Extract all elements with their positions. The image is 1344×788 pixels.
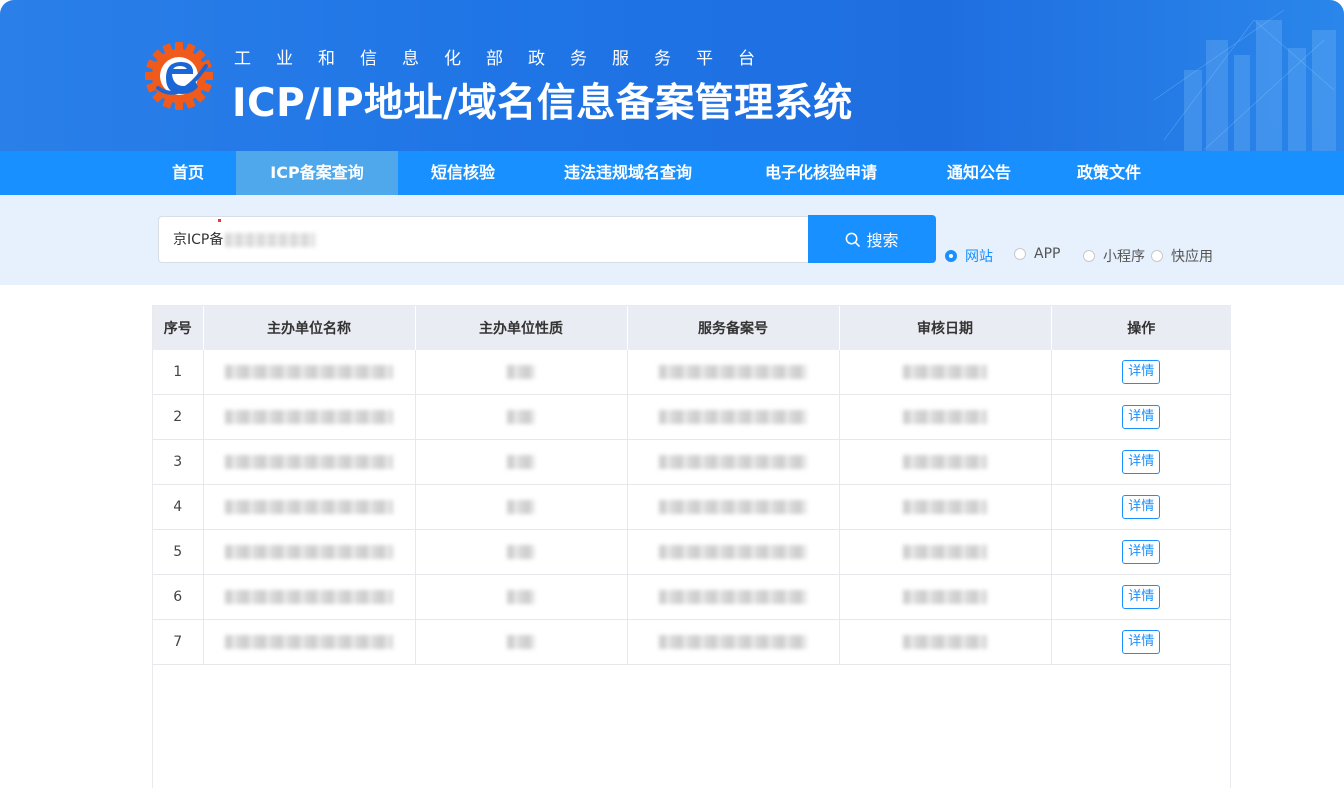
redacted-review-date: [903, 590, 987, 604]
table-row: 6 详情: [153, 574, 1231, 620]
radio-circle-icon: [1083, 250, 1095, 262]
col-header-action: 操作: [1051, 306, 1231, 350]
radio-website[interactable]: 网站: [945, 246, 993, 266]
redacted-org-name: [225, 365, 393, 379]
detail-button[interactable]: 详情: [1122, 540, 1161, 564]
nav-item-home[interactable]: 首页: [142, 151, 234, 195]
redacted-license-no: [659, 635, 807, 649]
redacted-text: [225, 233, 316, 247]
search-icon: [846, 232, 861, 247]
platform-subtitle: 工业和信息化部政务服务平台: [234, 49, 780, 69]
redacted-review-date: [903, 545, 987, 559]
detail-button[interactable]: 详情: [1122, 495, 1161, 519]
radio-circle-icon: [1014, 248, 1026, 260]
redacted-org-type: [507, 635, 535, 649]
redacted-org-name: [225, 545, 393, 559]
search-button-label: 搜索: [866, 233, 899, 250]
row-index: 2: [153, 394, 204, 440]
redacted-org-type: [507, 410, 535, 424]
col-header-org-name: 主办单位名称: [203, 306, 416, 350]
radio-mini-program[interactable]: 小程序: [1083, 246, 1145, 266]
redacted-org-type: [507, 455, 535, 469]
row-index: 5: [153, 529, 204, 575]
radio-circle-icon: [1151, 250, 1163, 262]
table-row: 3 详情: [153, 439, 1231, 485]
nav-item-sms-verify[interactable]: 短信核验: [398, 151, 528, 195]
header-banner: 工业和信息化部政务服务平台 ICP/IP地址/域名信息备案管理系统: [0, 0, 1344, 151]
redacted-license-no: [659, 590, 807, 604]
redacted-license-no: [659, 410, 807, 424]
detail-button[interactable]: 详情: [1122, 405, 1161, 429]
results-table: 序号 主办单位名称 主办单位性质 服务备案号 审核日期 操作 1 详情 2 详情…: [153, 306, 1231, 665]
redacted-org-name: [225, 635, 393, 649]
table-row: 1 详情: [153, 350, 1231, 395]
nav-item-policy-docs[interactable]: 政策文件: [1044, 151, 1174, 195]
redacted-org-type: [507, 365, 535, 379]
results-table-container: 序号 主办单位名称 主办单位性质 服务备案号 审核日期 操作 1 详情 2 详情…: [152, 305, 1231, 788]
radio-app[interactable]: APP: [1014, 246, 1060, 262]
redacted-review-date: [903, 635, 987, 649]
col-header-index: 序号: [153, 306, 204, 350]
redacted-license-no: [659, 545, 807, 559]
required-marker: [218, 219, 221, 222]
redacted-org-type: [507, 500, 535, 514]
row-index: 6: [153, 574, 204, 620]
redacted-review-date: [903, 455, 987, 469]
search-input-value: 京ICP备: [173, 232, 224, 248]
col-header-license-no: 服务备案号: [627, 306, 840, 350]
redacted-license-no: [659, 500, 807, 514]
table-row: 4 详情: [153, 484, 1231, 530]
row-index: 7: [153, 619, 204, 665]
search-input[interactable]: 京ICP备: [158, 216, 808, 263]
redacted-review-date: [903, 500, 987, 514]
redacted-org-type: [507, 590, 535, 604]
redacted-org-name: [225, 410, 393, 424]
nav-item-illegal-domain-query[interactable]: 违法违规域名查询: [528, 151, 728, 195]
radio-quick-app[interactable]: 快应用: [1151, 246, 1213, 266]
gear-e-logo-icon: [145, 42, 213, 110]
nav-item-e-verify-apply[interactable]: 电子化核验申请: [728, 151, 914, 195]
row-index: 4: [153, 484, 204, 530]
radio-circle-icon: [945, 250, 957, 262]
city-skyline-decoration: [1153, 9, 1336, 151]
redacted-org-type: [507, 545, 535, 559]
table-row: 2 详情: [153, 394, 1231, 440]
table-row: 5 详情: [153, 529, 1231, 575]
redacted-org-name: [225, 455, 393, 469]
redacted-review-date: [903, 410, 987, 424]
detail-button[interactable]: 详情: [1122, 450, 1161, 474]
nav-item-notices[interactable]: 通知公告: [914, 151, 1044, 195]
search-button[interactable]: 搜索: [808, 215, 936, 263]
col-header-org-type: 主办单位性质: [415, 306, 628, 350]
detail-button[interactable]: 详情: [1122, 585, 1161, 609]
redacted-license-no: [659, 455, 807, 469]
row-index: 3: [153, 439, 204, 485]
detail-button[interactable]: 详情: [1122, 630, 1161, 654]
redacted-review-date: [903, 365, 987, 379]
redacted-license-no: [659, 365, 807, 379]
row-index: 1: [153, 350, 204, 395]
main-nav: 首页 ICP备案查询 短信核验 违法违规域名查询 电子化核验申请 通知公告 政策…: [0, 151, 1344, 195]
redacted-org-name: [225, 590, 393, 604]
table-header-row: 序号 主办单位名称 主办单位性质 服务备案号 审核日期 操作: [153, 306, 1231, 350]
nav-item-icp-query[interactable]: ICP备案查询: [236, 151, 398, 195]
detail-button[interactable]: 详情: [1122, 360, 1161, 384]
page-title: ICP/IP地址/域名信息备案管理系统: [232, 81, 853, 126]
col-header-review-date: 审核日期: [839, 306, 1052, 350]
table-row: 7 详情: [153, 619, 1231, 665]
redacted-org-name: [225, 500, 393, 514]
